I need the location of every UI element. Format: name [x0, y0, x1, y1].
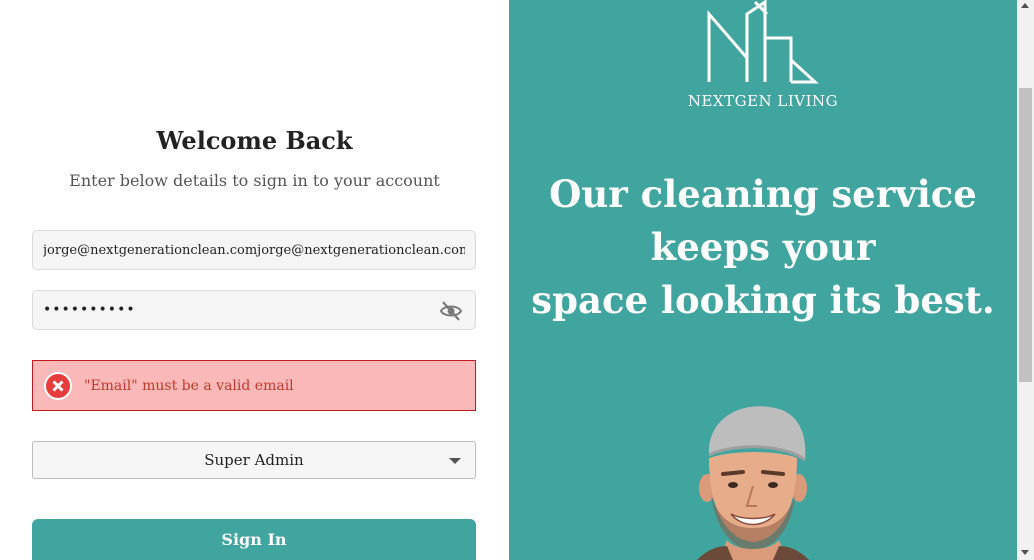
page-title: Welcome Back [156, 126, 353, 155]
login-panel: Welcome Back Enter below details to sign… [0, 0, 509, 560]
role-select[interactable]: Super Admin [32, 441, 476, 479]
scroll-up-arrow-icon[interactable] [1021, 3, 1029, 8]
scrollbar-thumb[interactable] [1019, 88, 1032, 382]
promo-headline-line-1: Our cleaning service [549, 172, 977, 216]
password-field[interactable] [33, 291, 475, 329]
error-alert: "Email" must be a valid email [32, 360, 476, 411]
scroll-down-arrow-icon[interactable] [1021, 550, 1029, 555]
promo-headline-line-2: keeps your [650, 225, 876, 269]
role-select-value: Super Admin [204, 451, 304, 469]
person-photo [697, 406, 809, 560]
building-logo-icon [707, 0, 819, 84]
email-field[interactable] [33, 231, 475, 269]
promo-headline-line-3: space looking its best. [531, 278, 995, 322]
password-field-wrapper [32, 290, 476, 330]
page-subtitle: Enter below details to sign in to your a… [69, 171, 440, 190]
promo-panel: NEXTGEN LIVING Our cleaning service keep… [509, 0, 1017, 560]
email-field-wrapper [32, 230, 476, 270]
sign-in-button[interactable]: Sign In [32, 519, 476, 560]
error-message: "Email" must be a valid email [84, 377, 294, 394]
promo-headline: Our cleaning service keeps your space lo… [509, 168, 1017, 327]
brand-name: NEXTGEN LIVING [687, 92, 839, 110]
page-scrollbar[interactable] [1017, 0, 1034, 560]
eye-slash-icon[interactable] [439, 300, 463, 322]
error-circle-icon [44, 371, 72, 400]
chevron-down-icon [449, 458, 461, 464]
